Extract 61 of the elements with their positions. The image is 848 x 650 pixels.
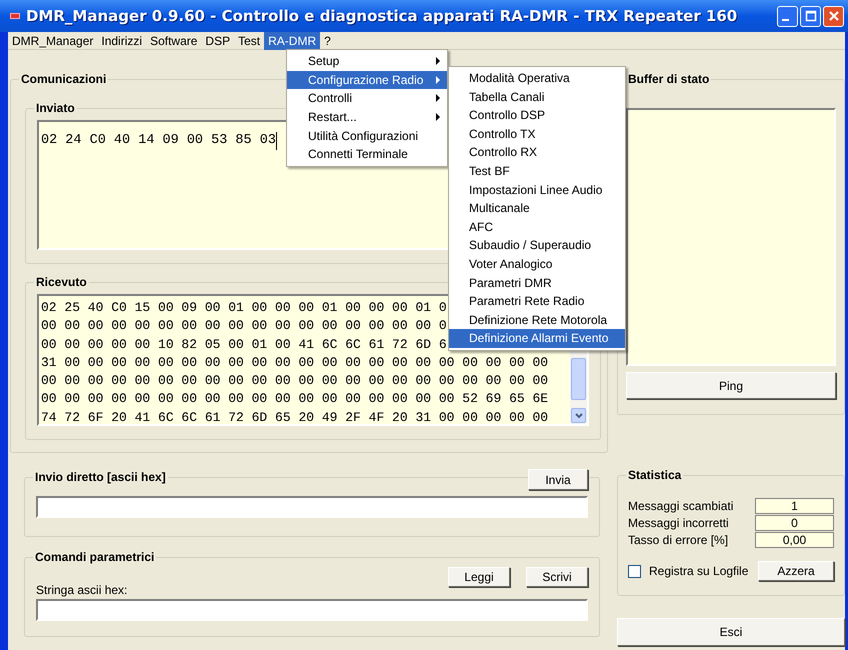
hex-line: 31 00 00 00 00 00 00 00 00 00 00 00 00 00 00 00 00 00 00 00 00 00 bbox=[41, 354, 548, 372]
maximize-button[interactable] bbox=[800, 6, 821, 26]
checkbox-label: Registra su Logfile bbox=[649, 563, 748, 580]
menu-item[interactable]: ? bbox=[320, 32, 335, 50]
hex-string-field[interactable] bbox=[36, 599, 588, 621]
minimize-button[interactable] bbox=[777, 6, 798, 26]
scroll-down-button[interactable] bbox=[571, 408, 586, 423]
menu-item[interactable]: Test bbox=[234, 32, 264, 50]
write-button[interactable]: Scrivi bbox=[526, 567, 588, 587]
menu-item[interactable]: Definizione Rete Motorola bbox=[449, 310, 625, 330]
hex-line: 00 00 00 00 00 00 00 00 00 00 00 00 00 00 00 00 00 00 00 00 00 00 bbox=[41, 372, 548, 390]
menu-item[interactable]: Definizione Allarmi Evento bbox=[449, 329, 625, 348]
menu-item[interactable]: Setup bbox=[287, 52, 447, 71]
stat-label: Messaggi scambiati bbox=[628, 498, 734, 514]
hex-line: 02 25 40 C0 15 00 09 00 01 00 00 00 01 00 00 00 01 0 bbox=[41, 299, 447, 317]
submenu-arrow-icon bbox=[436, 113, 441, 122]
field-label: Stringa ascii hex: bbox=[36, 583, 128, 597]
close-icon bbox=[828, 10, 840, 22]
menu-item[interactable]: Software bbox=[146, 32, 202, 50]
group-title: Invio diretto [ascii hex] bbox=[33, 469, 168, 485]
menu-item[interactable]: Configurazione Radio bbox=[287, 70, 447, 90]
send-button[interactable]: Invia bbox=[528, 469, 588, 490]
menu-item[interactable]: Modalità Operativa bbox=[449, 69, 625, 88]
menu-item[interactable]: Utilità Configurazioni bbox=[287, 126, 447, 146]
menu-item[interactable]: Controlli bbox=[287, 89, 447, 108]
submenu-arrow-icon bbox=[436, 76, 441, 84]
menu-item[interactable]: Voter Analogico bbox=[449, 254, 625, 274]
submenu-arrow-icon bbox=[436, 94, 441, 102]
hex-line: 02 24 C0 40 14 09 00 53 85 03 bbox=[41, 132, 277, 150]
menu-item[interactable]: Tabella Canali bbox=[449, 88, 625, 106]
exit-button[interactable]: Esci bbox=[617, 618, 845, 646]
chevron-down-icon bbox=[574, 412, 582, 418]
close-button[interactable] bbox=[823, 6, 844, 26]
reset-button[interactable]: Azzera bbox=[758, 561, 834, 581]
menu-item[interactable]: RA-DMR bbox=[264, 32, 320, 50]
maximize-icon bbox=[804, 10, 816, 22]
stat-value: 1 bbox=[755, 498, 834, 514]
menu-item[interactable]: Parametri DMR bbox=[449, 274, 625, 292]
stat-label: Messaggi incorretti bbox=[628, 514, 729, 532]
stat-value: 0 bbox=[755, 514, 834, 530]
menu-item[interactable]: Connetti Terminale bbox=[287, 145, 447, 164]
hex-input-field[interactable] bbox=[36, 496, 588, 518]
stat-label: Tasso di errore [%] bbox=[628, 532, 728, 548]
app-icon bbox=[10, 13, 20, 19]
menu-item[interactable]: DMR_Manager bbox=[8, 32, 98, 50]
hex-line: 00 00 00 00 00 00 00 00 00 00 00 00 00 00 00 00 00 0 bbox=[41, 317, 447, 336]
checkbox[interactable] bbox=[628, 564, 641, 578]
stat-value: 0,00 bbox=[755, 532, 834, 548]
menu-item[interactable]: DSP bbox=[201, 32, 234, 50]
hex-line: 00 00 00 00 00 00 00 00 00 00 00 00 00 00 00 00 00 00 52 69 65 6E bbox=[41, 390, 548, 408]
scrollbar-thumb[interactable] bbox=[571, 358, 586, 400]
submenu-arrow-icon bbox=[436, 57, 441, 65]
hex-line: 00 00 00 00 00 10 82 05 00 01 00 41 6C 6C 61 72 6D 6 bbox=[41, 336, 447, 354]
window-title: DMR_Manager 0.9.60 - Controllo e diagnostica apparati RA-DMR - TRX Repeater 160 bbox=[26, 6, 738, 27]
read-button[interactable]: Leggi bbox=[448, 567, 510, 587]
hex-line: 74 72 6F 20 41 6C 6C 61 72 6D 65 20 49 2F 4F 20 31 00 00 00 00 00 bbox=[41, 408, 548, 427]
menu-item[interactable]: Parametri Rete Radio bbox=[449, 292, 625, 311]
ping-button[interactable]: Ping bbox=[626, 372, 836, 399]
minimize-icon bbox=[782, 19, 789, 21]
group-title: Comandi parametrici bbox=[33, 549, 156, 565]
menu-item[interactable]: Indirizzi bbox=[97, 32, 146, 50]
